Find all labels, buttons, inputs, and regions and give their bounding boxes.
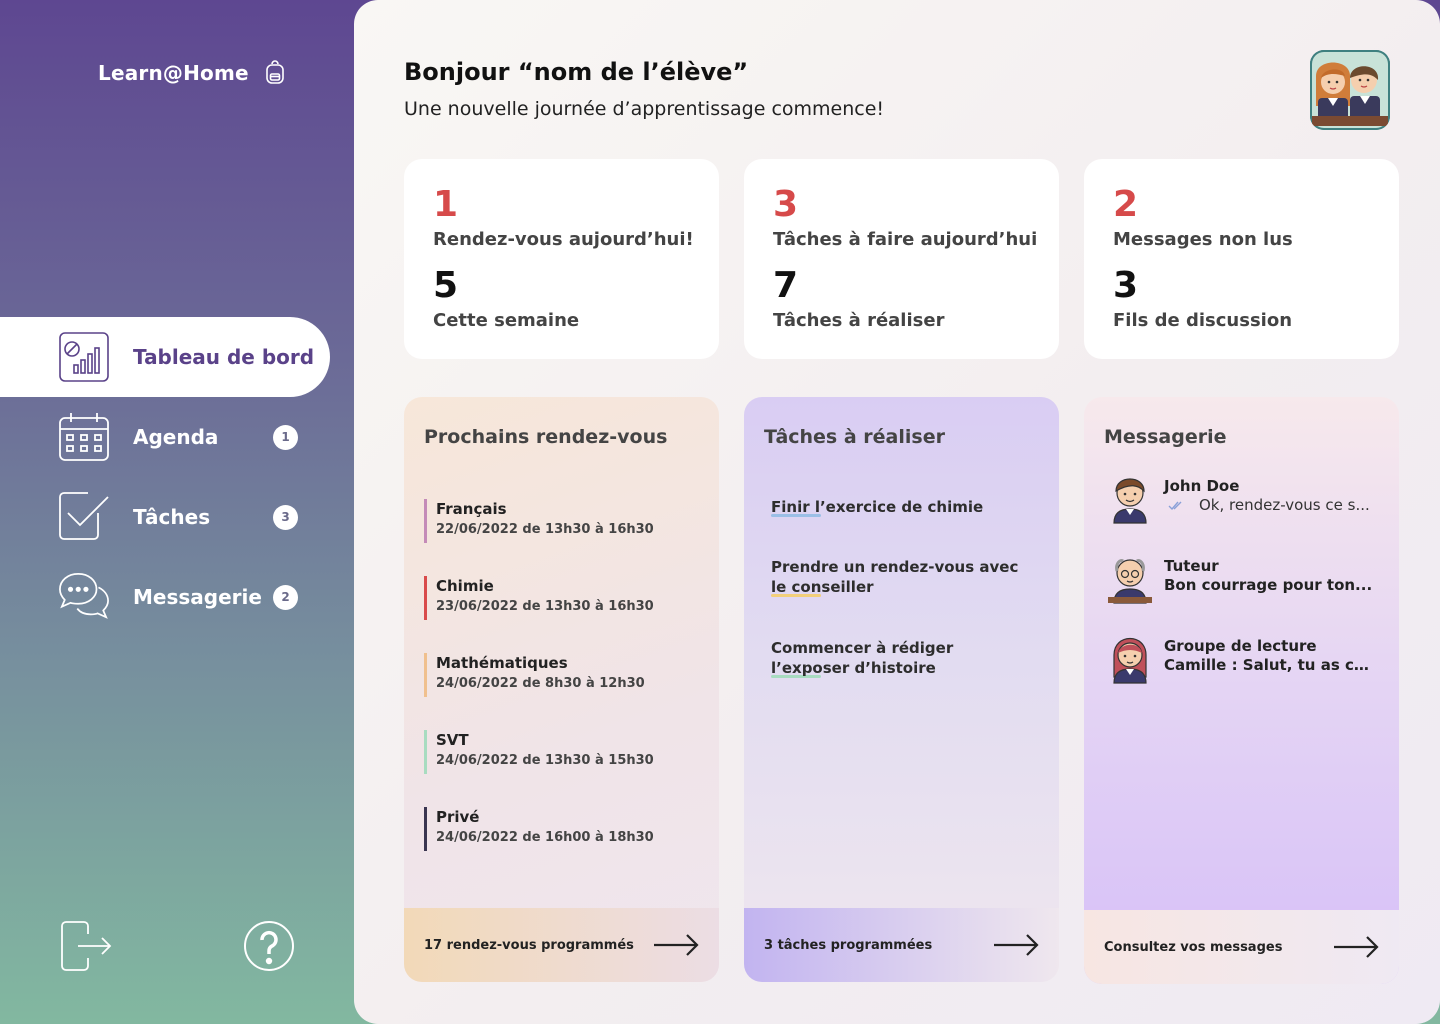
brand[interactable]: Learn@Home [98, 60, 287, 86]
help-icon[interactable] [243, 920, 297, 974]
boy-avatar-icon [1113, 478, 1147, 524]
thread-preview: Bon courrage pour ton... [1164, 576, 1373, 594]
footer-label: Consultez vos messages [1104, 939, 1283, 955]
logout-icon[interactable] [58, 920, 112, 974]
sidebar-item-agenda[interactable]: Agenda 1 [0, 397, 330, 477]
task-item[interactable]: Commencer à rédiger l’exposer d’histoire [771, 638, 991, 678]
appointments-footer-link[interactable]: 17 rendez-vous programmés [404, 908, 719, 982]
girl-avatar-icon [1113, 638, 1147, 684]
arrow-right-icon [654, 934, 699, 956]
arrow-right-icon [994, 934, 1039, 956]
task-item[interactable]: Finir l’exercice de chimie [771, 497, 1031, 517]
footer-label: 17 rendez-vous programmés [424, 937, 634, 953]
sidebar: Learn@Home Tableau de bord Agenda 1 Tâch… [0, 0, 354, 1024]
stat-week-count: 5 [433, 265, 459, 306]
backpack-icon [265, 60, 284, 84]
messages-panel: Messagerie John Doe Ok, rendez-vous ce s… [1084, 397, 1399, 984]
appointment-item[interactable]: Chimie 23/06/2022 de 13h30 à 16h30 [424, 576, 654, 620]
stat-card-tasks[interactable]: 3 Tâches à faire aujourd’hui 7 Tâches à … [744, 159, 1059, 359]
message-thread[interactable]: Tuteur Bon courrage pour ton... [1106, 553, 1381, 609]
stat-unread-count: 2 [1113, 184, 1139, 225]
thread-preview: Ok, rendez-vous ce s... [1199, 496, 1370, 514]
chat-icon [58, 571, 110, 623]
tasks-panel: Tâches à réaliser Finir l’exercice de ch… [744, 397, 1059, 982]
appointment-item[interactable]: Français 22/06/2022 de 13h30 à 16h30 [424, 499, 654, 543]
appointment-time: 24/06/2022 de 8h30 à 12h30 [436, 676, 645, 691]
message-thread[interactable]: John Doe Ok, rendez-vous ce s... [1106, 473, 1381, 529]
stat-total-count: 7 [773, 265, 799, 306]
tasks-footer-link[interactable]: 3 tâches programmées [744, 908, 1059, 982]
arrow-right-icon [1334, 936, 1379, 958]
old-man-avatar-icon [1108, 559, 1152, 604]
panel-title: Tâches à réaliser [764, 426, 945, 448]
appointment-subject: Français [436, 500, 507, 518]
page-title: Bonjour “nom de l’élève” [404, 58, 749, 86]
stat-today-label: Rendez-vous aujourd’hui! [433, 229, 694, 250]
stat-card-messages[interactable]: 2 Messages non lus 3 Fils de discussion [1084, 159, 1399, 359]
stat-threads-label: Fils de discussion [1113, 310, 1293, 331]
tasks-badge: 3 [273, 504, 298, 530]
stat-threads-count: 3 [1113, 265, 1139, 306]
sidebar-item-label: Messagerie [133, 585, 262, 609]
appointment-subject: Privé [436, 808, 480, 826]
task-label: Commencer à rédiger l’exposer d’histoire [771, 639, 954, 677]
task-item[interactable]: Prendre un rendez-vous avec le conseille… [771, 557, 1031, 597]
appointment-item[interactable]: Mathématiques 24/06/2022 de 8h30 à 12h30 [424, 653, 645, 697]
task-label: Finir l’exercice de chimie [771, 498, 984, 516]
message-thread[interactable]: Groupe de lecture Camille : Salut, tu as… [1106, 633, 1381, 689]
agenda-badge: 1 [273, 424, 298, 450]
stat-card-appointments[interactable]: 1 Rendez-vous aujourd’hui! 5 Cette semai… [404, 159, 719, 359]
stat-unread-label: Messages non lus [1113, 229, 1293, 250]
checkbox-icon [58, 491, 110, 543]
page-subtitle: Une nouvelle journée d’apprentissage com… [404, 98, 885, 120]
messaging-badge: 2 [273, 584, 298, 610]
appointment-item[interactable]: Privé 24/06/2022 de 16h00 à 18h30 [424, 807, 654, 851]
appointment-time: 22/06/2022 de 13h30 à 16h30 [436, 522, 654, 537]
stat-today-count: 3 [773, 184, 799, 225]
thread-preview: Camille : Salut, tu as co... [1164, 656, 1379, 674]
appointment-time: 24/06/2022 de 13h30 à 15h30 [436, 753, 654, 768]
thread-name: John Doe [1164, 477, 1240, 495]
students-avatar-icon [1310, 50, 1390, 130]
stat-today-label: Tâches à faire aujourd’hui [773, 229, 1038, 250]
brand-name: Learn@Home [98, 61, 249, 85]
panel-title: Prochains rendez-vous [424, 426, 668, 448]
stat-today-count: 1 [433, 184, 459, 225]
dashboard-icon [58, 331, 110, 383]
appointment-subject: Mathématiques [436, 654, 568, 672]
sidebar-item-label: Agenda [133, 425, 219, 449]
messages-footer-link[interactable]: Consultez vos messages [1084, 910, 1399, 984]
appointment-time: 24/06/2022 de 16h00 à 18h30 [436, 830, 654, 845]
sidebar-item-label: Tâches [133, 505, 211, 529]
panel-title: Messagerie [1104, 426, 1227, 448]
appointment-item[interactable]: SVT 24/06/2022 de 13h30 à 15h30 [424, 730, 654, 774]
stat-total-label: Tâches à réaliser [773, 310, 945, 331]
sidebar-item-dashboard[interactable]: Tableau de bord [0, 317, 330, 397]
thread-name: Groupe de lecture [1164, 637, 1317, 655]
appointment-subject: Chimie [436, 577, 494, 595]
thread-name: Tuteur [1164, 557, 1219, 575]
calendar-icon [58, 411, 110, 463]
avatar[interactable] [1310, 50, 1390, 130]
stat-week-label: Cette semaine [433, 310, 580, 331]
sidebar-item-messaging[interactable]: Messagerie 2 [0, 557, 330, 637]
sidebar-item-label: Tableau de bord [133, 345, 315, 369]
footer-label: 3 tâches programmées [764, 937, 933, 953]
main-content: Bonjour “nom de l’élève” Une nouvelle jo… [354, 0, 1440, 1024]
double-check-icon [1168, 501, 1182, 511]
sidebar-item-tasks[interactable]: Tâches 3 [0, 477, 330, 557]
task-label: Prendre un rendez-vous avec le conseille… [771, 558, 1019, 596]
appointment-subject: SVT [436, 731, 469, 749]
appointment-time: 23/06/2022 de 13h30 à 16h30 [436, 599, 654, 614]
appointments-panel: Prochains rendez-vous Français 22/06/202… [404, 397, 719, 982]
